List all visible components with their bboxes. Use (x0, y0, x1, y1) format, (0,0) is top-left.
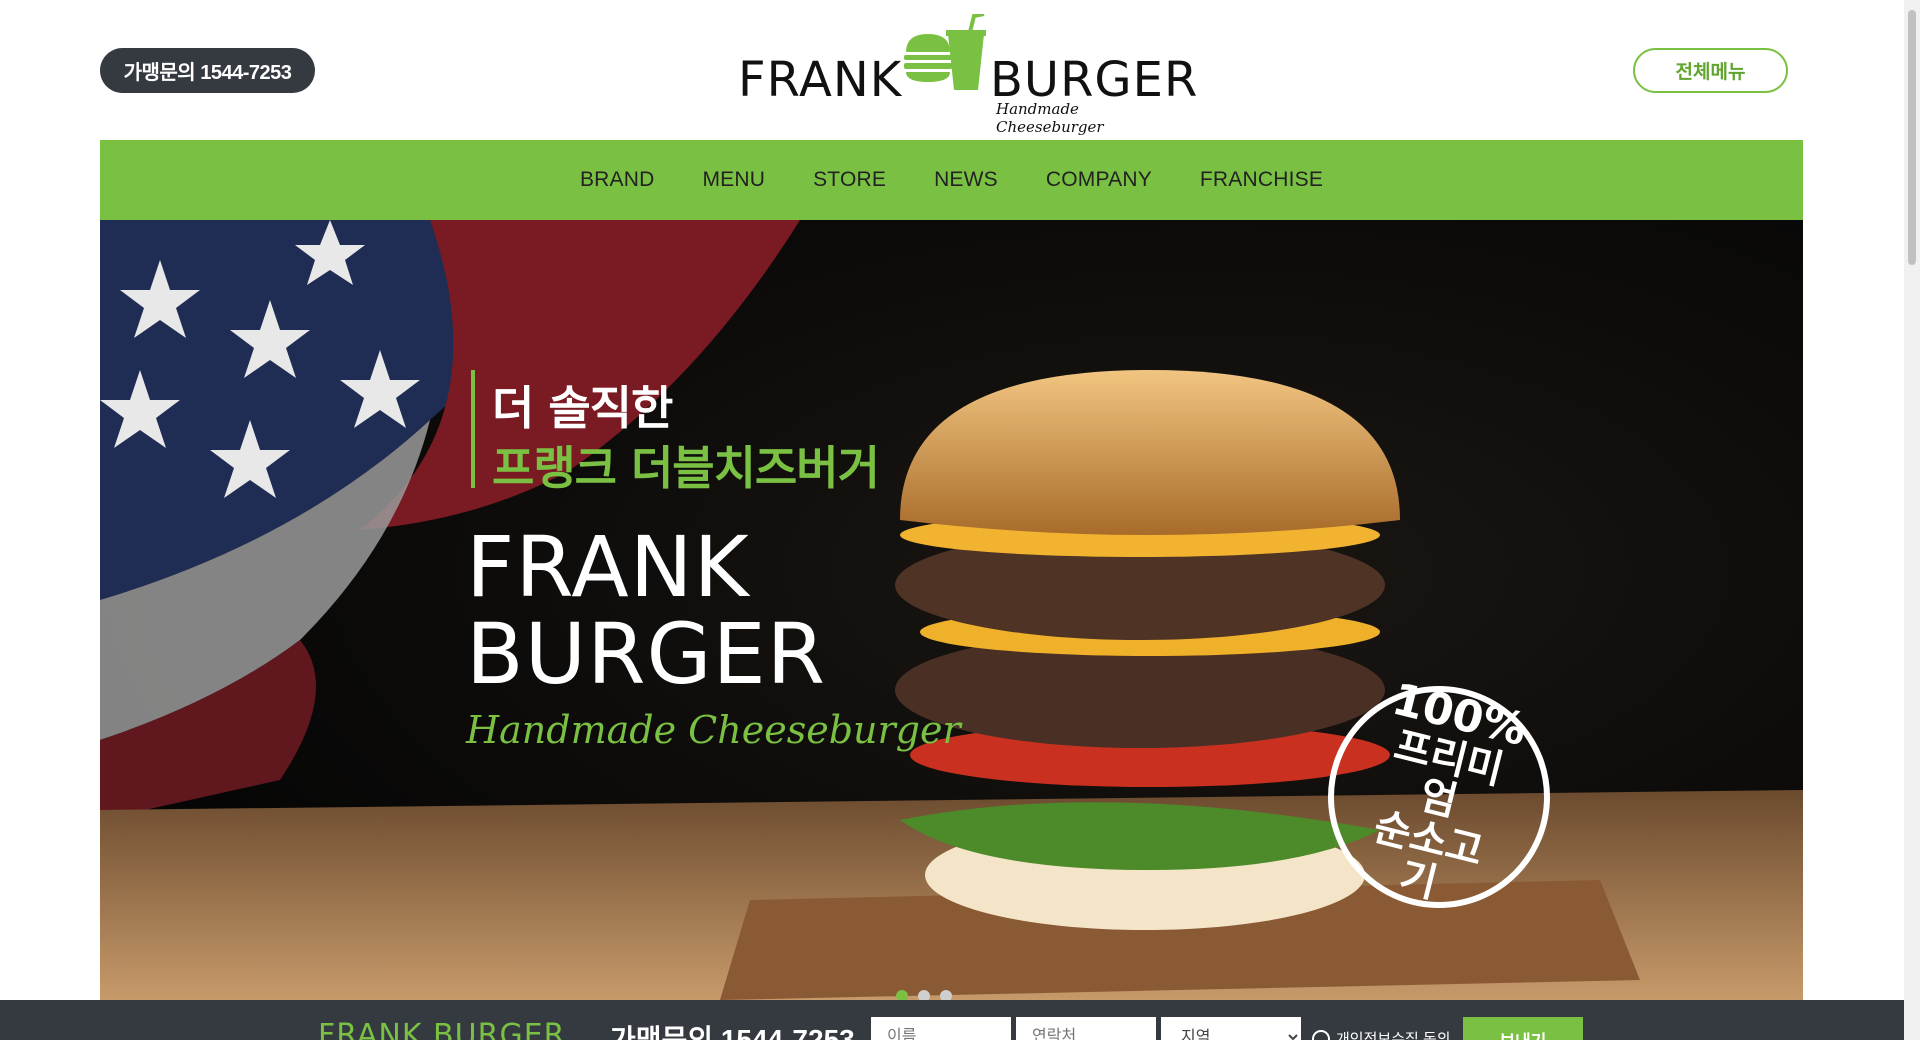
site-header: 가맹문의 1544-7253 FRANK BURGER Handmade Che… (0, 0, 1904, 140)
badge-text: 100% 프리미엄 순소고기 (1347, 674, 1531, 918)
hero-brand-tagline: Handmade Cheeseburger (466, 708, 961, 752)
nav-item-company[interactable]: COMPANY (1022, 168, 1176, 192)
bottom-logo: FRANK BURGER (318, 1018, 566, 1040)
submit-button[interactable]: 보내기 (1463, 1017, 1583, 1040)
slider-dot-2[interactable] (918, 990, 930, 1000)
premium-beef-badge: 100% 프리미엄 순소고기 (1328, 674, 1550, 908)
franchise-inquiry-bar: FRANK BURGER 가맹문의 1544-7253 지역 개인정보수집 동의… (0, 1000, 1904, 1040)
logo-text-frank: FRANK (738, 52, 903, 108)
hero-headline-line2: 프랭크 더블치즈버거 (492, 441, 880, 495)
contact-input[interactable] (1016, 1017, 1156, 1040)
main-nav: BRAND MENU STORE NEWS COMPANY FRANCHISE (100, 140, 1803, 220)
hero-brand-frank: FRANK (466, 518, 750, 616)
hero-background-image (100, 220, 1803, 1000)
nav-item-news[interactable]: NEWS (910, 168, 1022, 192)
slider-dot-3[interactable] (940, 990, 952, 1000)
bottom-phone: 가맹문의 1544-7253 (610, 1024, 855, 1040)
nav-item-store[interactable]: STORE (789, 168, 910, 192)
brand-logo[interactable]: FRANK BURGER Handmade Cheeseburger (738, 14, 1197, 136)
agree-label: 개인정보수집 동의 (1336, 1031, 1451, 1040)
franchise-phone-badge[interactable]: 가맹문의 1544-7253 (100, 48, 315, 93)
logo-tagline: Handmade Cheeseburger (996, 100, 1104, 136)
slider-dot-1[interactable] (896, 990, 908, 1000)
agree-checkbox[interactable] (1312, 1029, 1330, 1040)
privacy-agree[interactable]: 개인정보수집 동의 (1312, 1028, 1451, 1040)
scrollbar-thumb[interactable] (1908, 10, 1916, 265)
burger-drink-icon (904, 14, 986, 90)
nav-item-menu[interactable]: MENU (678, 168, 789, 192)
hero-headline-line1: 더 솔직한 (492, 381, 673, 435)
name-input[interactable] (871, 1017, 1011, 1040)
slider-pagination (896, 990, 952, 1000)
nav-item-brand[interactable]: BRAND (556, 168, 679, 192)
page-scrollbar[interactable] (1904, 0, 1920, 1040)
region-select[interactable]: 지역 (1161, 1017, 1301, 1040)
hero-banner[interactable]: 더 솔직한 프랭크 더블치즈버거 FRANK BURGER Handmade C… (100, 220, 1803, 1000)
all-menu-button[interactable]: 전체메뉴 (1633, 48, 1788, 93)
nav-item-franchise[interactable]: FRANCHISE (1176, 168, 1347, 192)
headline-accent-bar (471, 370, 475, 488)
hero-brand-burger: BURGER (466, 605, 827, 703)
